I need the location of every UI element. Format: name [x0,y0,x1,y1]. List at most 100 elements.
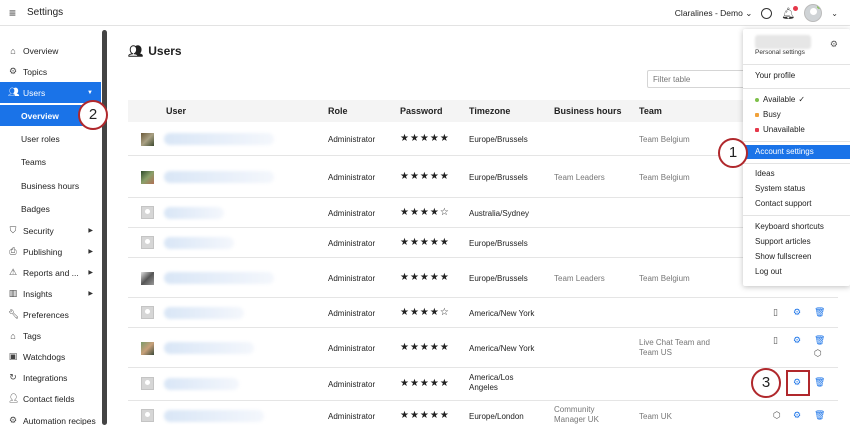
timezone-cell: Europe/Brussels [469,173,528,182]
menu-item-ideas[interactable]: Ideas [743,167,850,181]
user-name-redacted [164,237,234,249]
hamburger-menu-icon[interactable]: ≡ [9,6,23,20]
menu-item-label: Contact support [755,199,812,208]
role-cell: Administrator [328,412,376,421]
sidebar-item-label: Contact fields [23,393,75,404]
sidebar-scrollbar[interactable] [102,30,107,425]
trash-icon[interactable]: 🗑︎ [814,335,825,346]
column-header-password[interactable]: Password [400,106,443,116]
chevron-down-icon[interactable]: ⌄ [831,9,838,18]
sidebar-item-label: Overview [23,45,59,56]
trash-icon[interactable]: 🗑︎ [814,307,825,318]
sidebar-item-preferences[interactable]: 🔧︎ Preferences [0,304,101,325]
sidebar-item-business-hours[interactable]: Business hours [0,175,101,196]
role-cell: Administrator [328,309,376,318]
gear-icon: ⚙ [8,415,18,425]
column-header-business-hours[interactable]: Business hours [554,106,622,116]
top-bar: ≡ Settings Claralines - Demo ⌄ 🔔︎ ⌄ [0,0,850,26]
bell-icon[interactable]: 🔔︎ [781,5,799,20]
notification-dot [793,5,799,11]
badge-icon[interactable]: ⬡ [814,348,822,359]
gear-icon[interactable]: ⚙ [793,307,801,318]
timezone-cell: Australia/Sydney [469,209,530,218]
timezone-cell: Europe/Brussels [469,274,528,283]
user-name-redacted [164,171,274,183]
team-cell: Team Belgium [639,135,690,144]
sidebar-item-overview[interactable]: ⌂ Overview [0,40,101,61]
sidebar-item-label: Overview [21,110,59,121]
sidebar-item-label: Watchdogs [23,351,66,362]
user-avatar [141,171,154,184]
shield-icon: ⛉ [9,225,17,235]
sidebar-item-topics[interactable]: ⚙ Topics [0,61,101,82]
menu-item-system-status[interactable]: System status [743,182,850,196]
sidebar-item-security[interactable]: ⛉ Security ▶ [0,220,101,241]
sidebar-item-reports[interactable]: ⚠ Reports and ... ▶ [0,262,101,283]
gear-icon[interactable]: ⚙ [793,335,801,346]
clock-icon[interactable] [761,7,773,19]
menu-item-account-settings[interactable]: Account settings [743,145,850,159]
table-row[interactable]: Administrator ★★★★★ Europe/Brussels [128,228,838,258]
sidebar-item-label: Automation recipes [23,415,96,425]
sidebar-item-user-roles[interactable]: User roles [0,128,101,149]
menu-item-your-profile[interactable]: Your profile [743,69,850,83]
badge-icon[interactable]: ⬡ [773,410,781,421]
sidebar-item-label: Insights [23,288,53,299]
team-cell: Team UK [639,412,672,421]
menu-item-support-articles[interactable]: Support articles [743,235,850,249]
menu-item-available[interactable]: Available ✓ [743,93,850,107]
table-row[interactable]: Administrator ★★★★★ America/Los Angeles … [128,368,838,401]
user-avatar [141,272,154,285]
menu-item-log-out[interactable]: Log out [743,265,850,279]
menu-item-keyboard-shortcuts[interactable]: Keyboard shortcuts [743,220,850,234]
sidebar-item-tags[interactable]: ⌂ Tags [0,325,101,346]
gear-icon[interactable]: ⚙ [830,39,838,50]
menu-item-busy[interactable]: Busy [743,108,850,122]
password-strength: ★★★★☆ [400,207,450,218]
column-header-timezone[interactable]: Timezone [469,106,510,116]
gear-icon[interactable]: ⚙ [793,410,801,421]
column-header-user[interactable]: User [166,106,186,116]
status-dot [817,5,822,9]
role-cell: Administrator [328,380,376,389]
sidebar-item-contact-fields[interactable]: 👤︎ Contact fields [0,388,101,409]
menu-item-contact-support[interactable]: Contact support [743,197,850,211]
table-row[interactable]: Administrator ★★★★☆ Australia/Sydney [128,198,838,228]
column-header-team[interactable]: Team [639,106,662,116]
sidebar-item-integrations[interactable]: ↻ Integrations [0,367,101,388]
role-cell: Administrator [328,239,376,248]
trash-icon[interactable]: 🗑︎ [814,410,825,421]
table-row[interactable]: Administrator ★★★★★ America/New York Liv… [128,328,838,368]
profile-name-redacted [755,35,811,49]
mobile-icon[interactable]: ▯ [773,335,778,346]
sidebar-item-publishing[interactable]: ⎙ Publishing ▶ [0,241,101,262]
watchdog-icon: ▣ [8,351,18,361]
personal-settings-link[interactable]: Personal settings [755,49,805,56]
top-bar-right: Claralines - Demo ⌄ 🔔︎ ⌄ [675,0,838,26]
timezone-cell: Europe/Brussels [469,239,528,248]
sidebar-item-label: Users [23,87,46,98]
timezone-cell: America/New York [469,309,535,318]
sidebar-item-users[interactable]: 👥︎ Users ▼ [0,82,101,103]
sidebar-item-label: Preferences [23,309,69,320]
column-header-role[interactable]: Role [328,106,348,116]
avatar[interactable] [804,4,823,22]
sidebar-item-insights[interactable]: ▥ Insights ▶ [0,283,101,304]
trash-icon[interactable]: 🗑︎ [814,377,825,388]
role-cell: Administrator [328,344,376,353]
sidebar-item-label: Tags [23,330,41,341]
filter-input[interactable] [647,70,757,88]
sidebar-item-teams[interactable]: Teams [0,151,101,172]
timezone-cell: America/Los Angeles [469,373,514,392]
menu-item-show-fullscreen[interactable]: Show fullscreen [743,250,850,264]
sidebar-item-watchdogs[interactable]: ▣ Watchdogs [0,346,101,367]
mobile-icon[interactable]: ▯ [773,307,778,318]
table-row[interactable]: Administrator ★★★★★ Europe/Brussels Team… [128,258,838,298]
table-row[interactable]: Administrator ★★★★☆ America/New York ▯ ⚙… [128,298,838,328]
account-switcher[interactable]: Claralines - Demo ⌄ [675,8,753,19]
sidebar-item-automation-recipes[interactable]: ⚙ Automation recipes [0,410,101,425]
menu-divider [743,215,850,216]
menu-item-unavailable[interactable]: Unavailable [743,123,850,137]
sidebar-item-badges[interactable]: Badges [0,198,101,219]
table-row[interactable]: Administrator ★★★★★ Europe/London Commun… [128,401,838,425]
